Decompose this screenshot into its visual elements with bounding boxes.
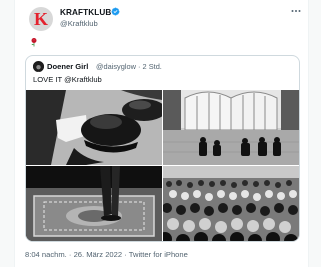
quote-time[interactable]: 2 Std. xyxy=(143,62,162,71)
quoted-tweet[interactable]: Doener Girl @daisyglow · 2 Std. LOVE IT … xyxy=(25,55,300,242)
rose-icon xyxy=(31,38,37,47)
quote-text: LOVE IT @Kraftklub xyxy=(33,75,102,84)
media-photo-shoes[interactable] xyxy=(26,90,162,165)
media-photo-hall[interactable] xyxy=(163,90,299,165)
more-options-icon[interactable] xyxy=(290,6,302,16)
avatar-logo-letter: K xyxy=(33,8,48,29)
tweet-metadata: 8:04 nachm. · 26. März 2022 · Twitter fo… xyxy=(25,250,188,259)
author-name[interactable]: KRAFTKLUB xyxy=(60,8,111,17)
tweet-source[interactable]: Twitter for iPhone xyxy=(129,250,188,259)
media-photo-carpet[interactable] xyxy=(26,166,162,241)
quote-author-avatar[interactable] xyxy=(33,61,44,72)
author-avatar[interactable]: K xyxy=(29,7,53,31)
quote-author-handle-and-time: @daisyglow · 2 Std. xyxy=(96,62,162,71)
author-handle[interactable]: @Kraftklub xyxy=(60,19,98,28)
verified-badge-icon xyxy=(111,7,120,16)
tweet-time[interactable]: 8:04 nachm. xyxy=(25,250,67,259)
media-photo-crowd[interactable] xyxy=(163,166,299,241)
tweet-date[interactable]: 26. März 2022 xyxy=(74,250,123,259)
quote-author-handle[interactable]: @daisyglow xyxy=(96,62,136,71)
quote-author-name[interactable]: Doener Girl xyxy=(47,62,88,71)
tweet-card: K KRAFTKLUB @Kraftklub Doener Girl @dais… xyxy=(14,0,309,267)
media-grid xyxy=(26,90,299,241)
